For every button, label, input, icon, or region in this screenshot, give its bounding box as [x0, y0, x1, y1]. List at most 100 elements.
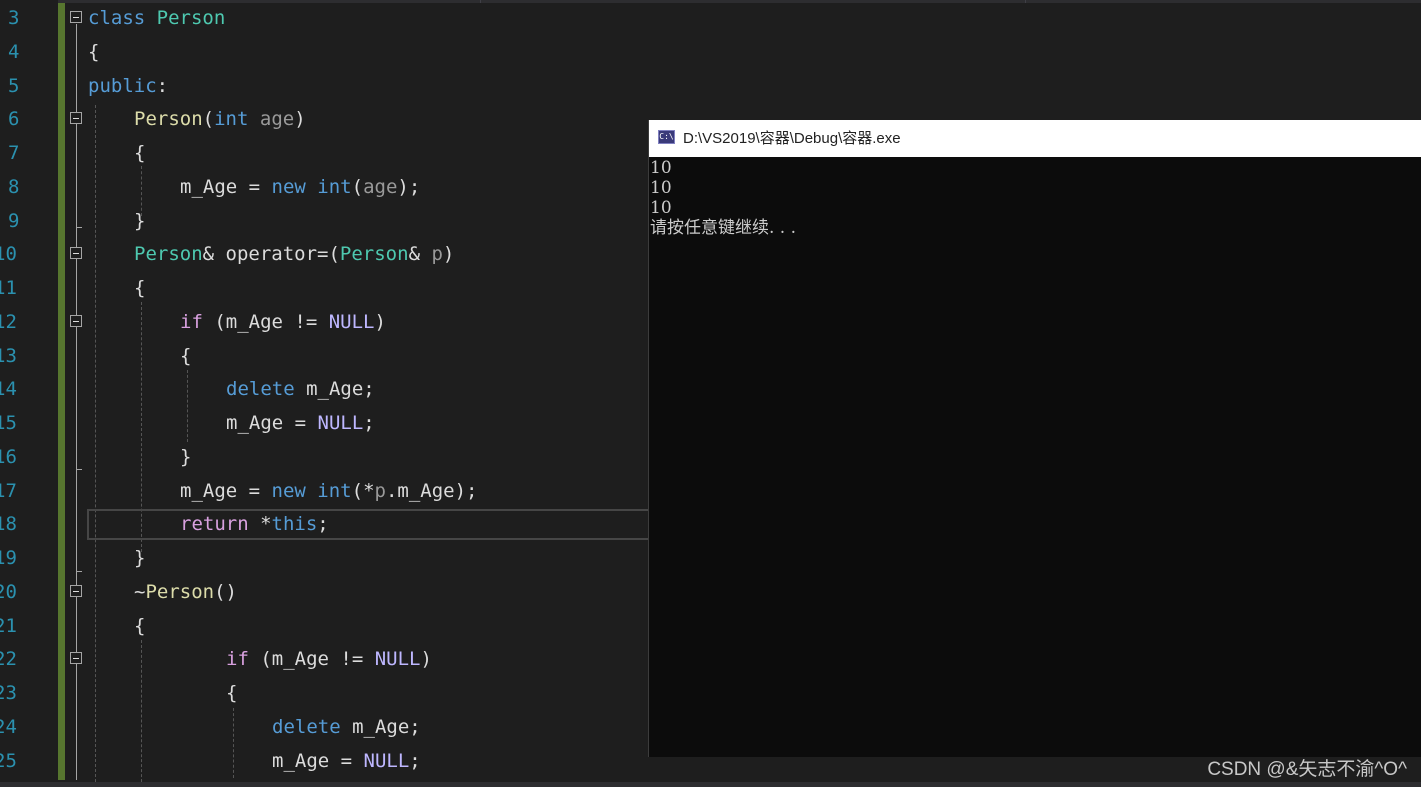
code-token: (m_Age !=: [248, 648, 375, 671]
code-token: age: [363, 175, 398, 198]
editor-bottom-strip: [0, 782, 1421, 787]
code-text: Person& operator=(Person& p): [134, 237, 454, 271]
console-window[interactable]: C:\ D:\VS2019\容器\Debug\容器.exe 10 10 10 请…: [648, 120, 1421, 757]
code-token: int: [317, 479, 352, 502]
code-text: {: [134, 609, 145, 643]
code-text: class Person: [88, 1, 225, 35]
code-token: m_Age =: [272, 749, 364, 772]
collapse-toggle-icon[interactable]: [70, 314, 82, 327]
code-token: this: [271, 513, 318, 536]
code-token: Person: [134, 243, 203, 266]
code-token: if: [180, 310, 203, 333]
line-number: 16: [0, 445, 17, 468]
code-token: m_Age =: [180, 479, 272, 502]
code-token: m_Age;: [340, 715, 421, 738]
console-output-line: 请按任意键继续. . .: [650, 218, 797, 238]
code-token: new: [271, 175, 306, 198]
line-number: 8: [8, 175, 20, 198]
code-token: NULL: [317, 412, 364, 434]
code-token: }: [134, 547, 146, 569]
code-token: {: [88, 40, 100, 63]
code-line[interactable]: 5 public:: [0, 69, 1421, 103]
line-number: 12: [0, 310, 17, 333]
code-token: ;: [409, 749, 421, 772]
code-token: Person: [145, 580, 215, 603]
console-output-line: 10: [650, 178, 672, 198]
code-text: delete m_Age;: [272, 710, 421, 744]
line-number: 22: [0, 648, 17, 671]
code-token: m_Age =: [226, 412, 318, 434]
console-title-bar[interactable]: C:\ D:\VS2019\容器\Debug\容器.exe: [649, 120, 1421, 157]
line-number: 4: [8, 40, 20, 63]
code-text: ~Person(): [134, 575, 237, 609]
code-token: ): [294, 108, 306, 131]
code-text: }: [134, 541, 145, 575]
code-text: }: [134, 204, 145, 238]
collapse-toggle-icon[interactable]: [70, 11, 82, 23]
console-output-line: 10: [650, 158, 672, 178]
code-text: {: [134, 271, 145, 305]
line-number: 14: [0, 378, 17, 401]
line-number: 21: [0, 614, 17, 637]
code-token: &: [408, 243, 432, 266]
code-text: if (m_Age != NULL): [226, 642, 432, 676]
console-app-icon: C:\: [658, 130, 675, 144]
collapse-toggle-icon[interactable]: [70, 652, 82, 665]
code-text: if (m_Age != NULL): [180, 305, 386, 339]
code-token: Person: [134, 108, 203, 131]
code-token: int: [317, 175, 352, 198]
line-number: 24: [0, 715, 17, 738]
console-title: D:\VS2019\容器\Debug\容器.exe: [683, 130, 901, 147]
code-token: .m_Age);: [385, 479, 478, 502]
code-token: delete: [226, 378, 295, 401]
line-number: 9: [8, 209, 20, 232]
line-number: 5: [8, 74, 20, 97]
code-token: }: [134, 209, 146, 232]
line-number: 17: [0, 479, 17, 502]
line-number: 23: [0, 682, 17, 704]
code-token: {: [180, 344, 192, 367]
code-token: (: [351, 175, 364, 198]
line-number: 25: [0, 749, 17, 772]
code-token: (): [214, 580, 237, 603]
collapse-toggle-icon[interactable]: [70, 247, 82, 260]
code-token: :: [156, 74, 169, 97]
code-token: {: [134, 277, 146, 299]
code-token: ): [420, 648, 432, 671]
code-token: & operator=(: [202, 243, 340, 266]
code-token: delete: [272, 715, 341, 738]
code-token: ;: [363, 412, 375, 434]
line-number: 7: [8, 142, 20, 164]
code-line[interactable]: 4{: [0, 35, 1421, 69]
code-token: return: [180, 513, 249, 536]
console-output: 10 10 10 请按任意键继续. . .: [649, 158, 1421, 238]
code-token: NULL: [363, 749, 410, 772]
code-token: p: [431, 243, 443, 266]
line-number: 19: [0, 547, 17, 569]
line-number: 13: [0, 344, 17, 367]
code-token: new: [271, 479, 306, 502]
line-number: 3: [8, 7, 20, 29]
code-text: {: [180, 339, 191, 373]
code-token: class: [88, 7, 146, 29]
code-token: Person: [339, 243, 409, 266]
csdn-watermark: CSDN @&矢志不渝^O^: [1207, 759, 1407, 780]
collapse-toggle-icon[interactable]: [70, 112, 82, 125]
code-text: m_Age = NULL;: [226, 406, 375, 440]
code-text: {: [226, 676, 237, 710]
code-text: m_Age = NULL;: [272, 744, 421, 778]
collapse-toggle-icon[interactable]: [70, 584, 82, 597]
code-token: Person: [156, 7, 226, 29]
code-token: ): [374, 310, 386, 333]
line-number: 18: [0, 513, 17, 536]
code-text: return *this;: [180, 507, 329, 541]
code-text: m_Age = new int(age);: [180, 170, 420, 204]
code-token: public: [88, 74, 157, 97]
code-text: }: [180, 440, 191, 474]
code-line[interactable]: 3 class Person: [0, 1, 1421, 35]
code-text: {: [134, 136, 145, 170]
